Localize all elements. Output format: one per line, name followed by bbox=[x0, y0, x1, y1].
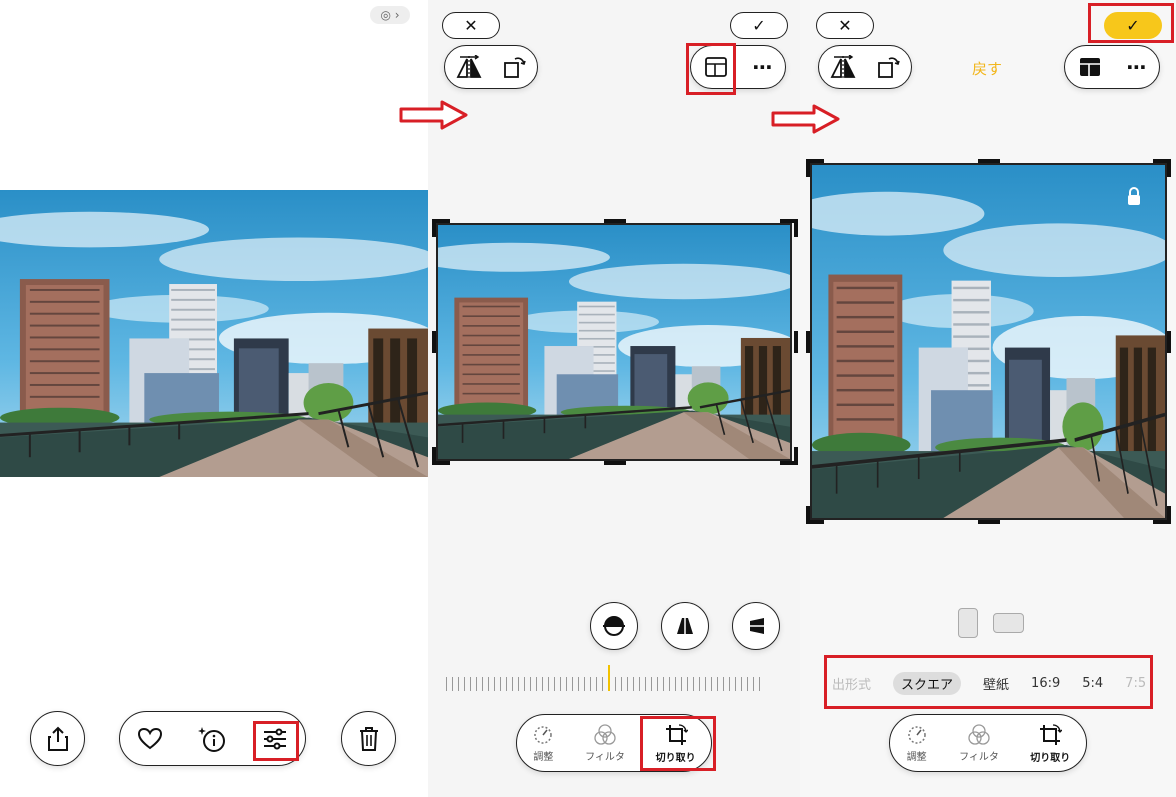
aspect-more-group: ⋯ bbox=[690, 45, 786, 89]
crop-rotate-icon bbox=[1038, 723, 1063, 747]
rotate-icon[interactable] bbox=[503, 55, 527, 79]
aspect-ratio-panel: ✕ ✓ 戻す ⋯ 出形式 スクエア 壁紙 16:9 5:4 7:5 調整 フィル… bbox=[800, 0, 1176, 797]
lock-icon[interactable] bbox=[1126, 187, 1142, 211]
ratio-option-16-9[interactable]: 16:9 bbox=[1031, 676, 1060, 691]
cancel-button[interactable]: ✕ bbox=[816, 12, 874, 39]
horizontal-perspective-icon bbox=[744, 615, 768, 637]
cancel-button[interactable]: ✕ bbox=[442, 12, 500, 39]
adjust-dial-icon bbox=[532, 724, 554, 746]
edit-mode-tabs: 調整 フィルタ 切り取り bbox=[516, 714, 712, 772]
straighten-button[interactable] bbox=[590, 602, 638, 650]
tab-filter-label: フィルタ bbox=[959, 751, 999, 763]
aspect-ratio-options: 出形式 スクエア 壁紙 16:9 5:4 7:5 bbox=[832, 672, 1168, 695]
aspect-ratio-icon[interactable] bbox=[704, 56, 728, 78]
landscape-orientation-button[interactable] bbox=[993, 613, 1024, 633]
ratio-option-square[interactable]: スクエア bbox=[893, 672, 962, 695]
vertical-perspective-icon bbox=[674, 615, 696, 637]
delete-button[interactable] bbox=[341, 711, 396, 766]
live-photo-badge[interactable]: ◎ › bbox=[370, 6, 410, 24]
live-photo-badge-icon: ◎ › bbox=[380, 8, 400, 22]
cancel-label: ✕ bbox=[464, 16, 478, 35]
heart-icon[interactable] bbox=[137, 727, 162, 750]
photo-actions-toolbar bbox=[119, 711, 306, 766]
vertical-perspective-button[interactable] bbox=[661, 602, 709, 650]
photo bbox=[0, 190, 428, 477]
tab-crop-label: 切り取り bbox=[1030, 752, 1071, 764]
ratio-option-wallpaper[interactable]: 壁紙 bbox=[983, 674, 1009, 693]
filter-circles-icon bbox=[967, 723, 991, 746]
portrait-orientation-button[interactable] bbox=[958, 608, 978, 638]
flip-rotate-group bbox=[818, 45, 912, 89]
cancel-label: ✕ bbox=[838, 16, 852, 35]
done-button[interactable]: ✓ bbox=[730, 12, 788, 39]
tab-filter[interactable]: フィルタ bbox=[959, 723, 999, 763]
tab-filter[interactable]: フィルタ bbox=[585, 723, 625, 763]
done-button[interactable]: ✓ bbox=[1104, 12, 1162, 39]
tab-filter-label: フィルタ bbox=[585, 751, 625, 763]
done-label: ✓ bbox=[752, 16, 766, 35]
flip-horizontal-icon[interactable] bbox=[830, 55, 856, 79]
tab-adjust[interactable]: 調整 bbox=[906, 724, 928, 763]
reset-button[interactable]: 戻す bbox=[972, 58, 1002, 79]
crop-rotate-icon bbox=[664, 723, 688, 747]
crop-edit-panel: ✕ ✓ ⋯ 調整 フィルタ 切り取り bbox=[428, 0, 800, 797]
crop-handles[interactable] bbox=[432, 219, 798, 465]
dial-marker bbox=[608, 665, 610, 691]
more-icon[interactable]: ⋯ bbox=[1127, 55, 1147, 79]
adjust-sliders-icon[interactable] bbox=[262, 727, 288, 751]
aspect-more-group: ⋯ bbox=[1064, 45, 1160, 89]
crop-handles[interactable] bbox=[806, 159, 1172, 525]
adjust-dial-icon bbox=[906, 724, 928, 746]
sparkle-info-icon[interactable] bbox=[197, 725, 227, 753]
flip-horizontal-icon[interactable] bbox=[456, 55, 482, 79]
share-icon bbox=[47, 726, 69, 752]
tab-adjust-label: 調整 bbox=[533, 751, 554, 763]
ratio-option-original[interactable]: 出形式 bbox=[832, 674, 871, 693]
rotate-icon[interactable] bbox=[877, 55, 901, 79]
rotation-dial[interactable] bbox=[446, 665, 786, 691]
flip-rotate-group bbox=[444, 45, 538, 89]
ratio-option-7-5[interactable]: 7:5 bbox=[1125, 676, 1146, 691]
tab-adjust-label: 調整 bbox=[906, 751, 927, 763]
trash-icon bbox=[358, 726, 380, 752]
aspect-ratio-icon-active[interactable] bbox=[1078, 56, 1102, 78]
share-button[interactable] bbox=[30, 711, 85, 766]
done-label: ✓ bbox=[1126, 16, 1140, 35]
edit-mode-tabs: 調整 フィルタ 切り取り bbox=[889, 714, 1087, 772]
tab-crop[interactable]: 切り取り bbox=[656, 723, 696, 764]
straighten-icon bbox=[602, 614, 626, 638]
step-arrow-2 bbox=[771, 104, 840, 134]
tab-adjust[interactable]: 調整 bbox=[532, 724, 554, 763]
tab-crop[interactable]: 切り取り bbox=[1030, 723, 1070, 764]
filter-circles-icon bbox=[593, 723, 617, 746]
tab-crop-label: 切り取り bbox=[655, 752, 696, 764]
step-arrow-1 bbox=[399, 100, 468, 130]
photo-view-panel: ◎ › bbox=[0, 0, 428, 797]
ratio-option-5-4[interactable]: 5:4 bbox=[1082, 676, 1103, 691]
horizontal-perspective-button[interactable] bbox=[732, 602, 780, 650]
more-icon[interactable]: ⋯ bbox=[753, 55, 773, 79]
